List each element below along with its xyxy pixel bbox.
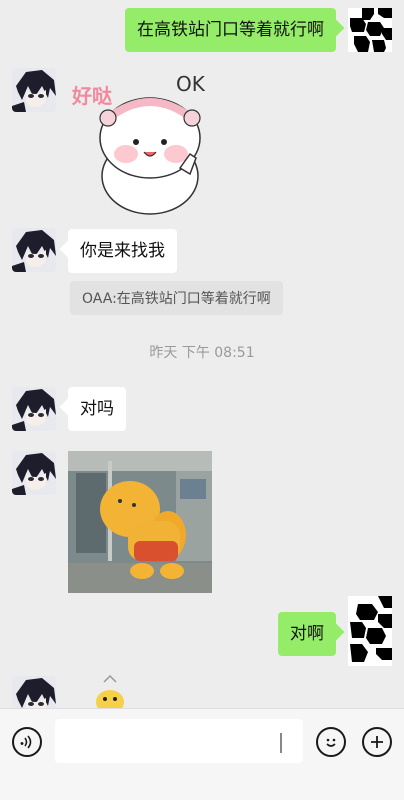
message-text: 你是来找我 [80,241,165,261]
emoji-button[interactable] [316,727,346,757]
message-input[interactable] [55,719,303,763]
anime-avatar-image [12,228,56,272]
contact-avatar[interactable] [12,451,56,495]
contact-avatar[interactable] [12,228,56,272]
pooh-image-message[interactable] [68,451,212,593]
contact-avatar[interactable] [12,68,56,112]
anime-avatar-image [12,451,56,495]
text-cursor [280,733,282,753]
message-timestamp: 昨天 下午 08:51 [149,345,255,361]
bear-ok-sticker[interactable]: 好哒 OK [68,68,218,216]
houndstooth-avatar-image [348,596,392,666]
add-icon [371,736,383,748]
voice-icon [20,735,32,749]
message-text: 在高铁站门口等着就行啊 [137,20,324,40]
anime-avatar-image [12,68,56,112]
sent-message-bubble[interactable]: 在高铁站门口等着就行啊 [125,8,336,52]
anime-avatar-image [12,387,56,431]
message-text: 对啊 [290,624,324,644]
message-text: 对吗 [80,399,114,419]
emoji-icon [326,738,336,747]
my-avatar[interactable] [348,8,392,52]
contact-avatar[interactable] [12,387,56,431]
pooh-photo-image [68,451,212,593]
quote-text: OAA:在高铁站门口等着就行啊 [82,291,271,307]
quoted-message[interactable]: OAA:在高铁站门口等着就行啊 [70,281,283,315]
contact-avatar[interactable] [12,676,56,708]
houndstooth-avatar-image [348,8,392,52]
message-input-bar [0,708,404,800]
duck-sticker-image [96,674,124,708]
duck-sticker[interactable] [80,672,140,708]
voice-toggle-button[interactable] [12,727,42,757]
received-message-bubble[interactable]: 你是来找我 [68,229,177,273]
anime-avatar-image [12,676,56,708]
received-message-bubble[interactable]: 对吗 [68,387,126,431]
sticker-caption-right: OK [176,72,205,96]
more-options-button[interactable] [362,727,392,757]
sticker-caption-left: 好哒 [72,84,112,108]
chat-area: 在高铁站门口等着就行啊 好哒 OK 你是来找我 OAA:在高铁站门口等着就行啊 … [0,0,404,708]
sent-message-bubble[interactable]: 对啊 [278,612,336,656]
my-avatar[interactable] [348,596,392,666]
